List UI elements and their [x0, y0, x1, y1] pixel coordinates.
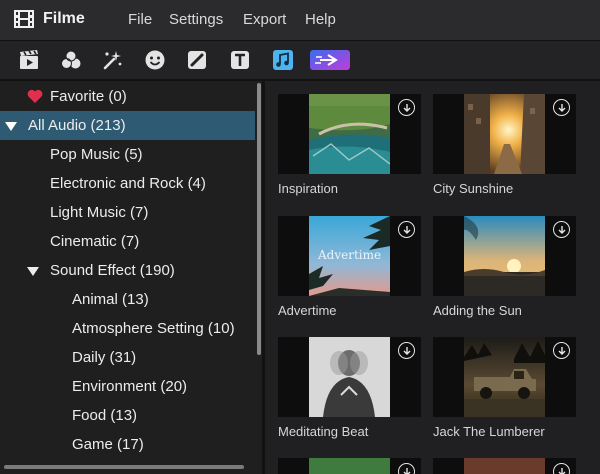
special-effects-badge-icon[interactable]	[310, 48, 350, 72]
audio-thumbnail: Advertime	[278, 216, 421, 296]
tree-item-label: Favorite (0)	[50, 88, 127, 105]
tree-item-label: Atmosphere Setting (10)	[72, 320, 235, 337]
tree-item-environment[interactable]: Environment (20)	[0, 372, 258, 401]
expand-arrow-icon[interactable]	[27, 265, 39, 277]
film-logo-icon	[13, 8, 35, 30]
tree-item-label: Pop Music (5)	[50, 146, 143, 163]
tree-item-label: Food (13)	[72, 407, 138, 424]
tree-hscrollbar-thumb[interactable]	[4, 465, 244, 469]
download-icon[interactable]	[398, 342, 415, 359]
download-icon[interactable]	[553, 342, 570, 359]
tree-item-light-music[interactable]: Light Music (7)	[0, 198, 258, 227]
audio-thumbnail	[278, 458, 421, 474]
city-sunset-image	[464, 94, 545, 174]
tree-item-label: All Audio (213)	[28, 117, 126, 134]
tree-item-label: Cinematic (7)	[50, 233, 140, 250]
partial-thumbnail-image	[464, 458, 545, 474]
tree-item-label: Daily (31)	[72, 349, 137, 366]
sparkle-transition-icon[interactable]	[100, 48, 124, 72]
audio-card-jack-the-lumberer[interactable]: Jack The Lumberer	[433, 337, 576, 447]
sea-sunset-image	[464, 216, 545, 296]
audio-grid: Inspiration City Sunshine Advertime Adve…	[265, 81, 600, 474]
download-icon[interactable]	[553, 221, 570, 238]
tree-item-all-audio[interactable]: All Audio (213)	[0, 111, 258, 140]
audio-card-title: Jack The Lumberer	[433, 424, 545, 439]
menu-export[interactable]: Export	[243, 11, 286, 28]
audio-card-adding-the-sun[interactable]: Adding the Sun	[433, 216, 576, 326]
menu-file[interactable]: File	[128, 11, 152, 28]
partial-thumbnail-image	[309, 458, 390, 474]
audio-thumbnail	[433, 458, 576, 474]
download-icon[interactable]	[553, 463, 570, 474]
effects-circles-icon[interactable]	[59, 48, 83, 72]
audio-card-inspiration[interactable]: Inspiration	[278, 94, 421, 204]
old-truck-image	[464, 337, 545, 417]
meditating-man-image	[309, 337, 390, 417]
menu-bar: Filme File Settings Export Help	[0, 0, 600, 40]
download-icon[interactable]	[398, 221, 415, 238]
thumbnail-overlay-text: Advertime	[318, 248, 382, 262]
audio-thumbnail	[433, 216, 576, 296]
download-icon[interactable]	[398, 99, 415, 116]
audio-thumbnail	[433, 94, 576, 174]
audio-card-title: Advertime	[278, 303, 337, 318]
text-icon[interactable]	[228, 48, 252, 72]
tree-item-sound-effect[interactable]: Sound Effect (190)	[0, 256, 258, 285]
audio-card-title: Adding the Sun	[433, 303, 522, 318]
tree-item-label: Game (17)	[72, 436, 144, 453]
audio-card-advertime[interactable]: Advertime Advertime	[278, 216, 421, 326]
tree-scrollbar-thumb[interactable]	[257, 83, 261, 355]
music-note-icon[interactable]	[271, 48, 295, 72]
tree-item-food[interactable]: Food (13)	[0, 401, 258, 430]
tree-item-atmosphere-setting[interactable]: Atmosphere Setting (10)	[0, 314, 258, 343]
tree-item-electronic-rock[interactable]: Electronic and Rock (4)	[0, 169, 258, 198]
audio-card-meditating-beat[interactable]: Meditating Beat	[278, 337, 421, 447]
audio-thumbnail	[278, 337, 421, 417]
category-tree: Favorite (0) All Audio (213) Pop Music (…	[0, 81, 262, 474]
audio-card-partial[interactable]	[278, 458, 421, 474]
audio-card-city-sunshine[interactable]: City Sunshine	[433, 94, 576, 204]
audio-card-title: Inspiration	[278, 181, 338, 196]
tree-item-label: Animal (13)	[72, 291, 149, 308]
heart-icon	[27, 89, 43, 108]
tree-item-label: Electronic and Rock (4)	[50, 175, 206, 192]
tree-item-animal[interactable]: Animal (13)	[0, 285, 258, 314]
tree-item-favorite[interactable]: Favorite (0)	[0, 82, 258, 111]
tree-item-label: Light Music (7)	[50, 204, 149, 221]
app-name: Filme	[43, 10, 85, 27]
aerial-road-image	[309, 94, 390, 174]
audio-card-title: City Sunshine	[433, 181, 514, 196]
slash-filter-icon[interactable]	[185, 48, 209, 72]
audio-card-partial[interactable]	[433, 458, 576, 474]
tree-item-label: Sound Effect (190)	[50, 262, 175, 279]
menu-help[interactable]: Help	[305, 11, 336, 28]
expand-arrow-icon[interactable]	[5, 120, 17, 132]
app-logo: Filme	[13, 8, 85, 30]
audio-card-title: Meditating Beat	[278, 424, 369, 439]
tree-item-pop-music[interactable]: Pop Music (5)	[0, 140, 258, 169]
tree-item-cinematic[interactable]: Cinematic (7)	[0, 227, 258, 256]
menu-settings[interactable]: Settings	[169, 11, 223, 28]
clapperboard-icon[interactable]	[17, 48, 41, 72]
face-sticker-icon[interactable]	[143, 48, 167, 72]
download-icon[interactable]	[398, 463, 415, 474]
tree-item-label: Environment (20)	[72, 378, 188, 395]
audio-thumbnail	[433, 337, 576, 417]
tree-item-game[interactable]: Game (17)	[0, 430, 258, 459]
audio-thumbnail	[278, 94, 421, 174]
tree-item-daily[interactable]: Daily (31)	[0, 343, 258, 372]
download-icon[interactable]	[553, 99, 570, 116]
media-toolbar	[0, 41, 600, 79]
